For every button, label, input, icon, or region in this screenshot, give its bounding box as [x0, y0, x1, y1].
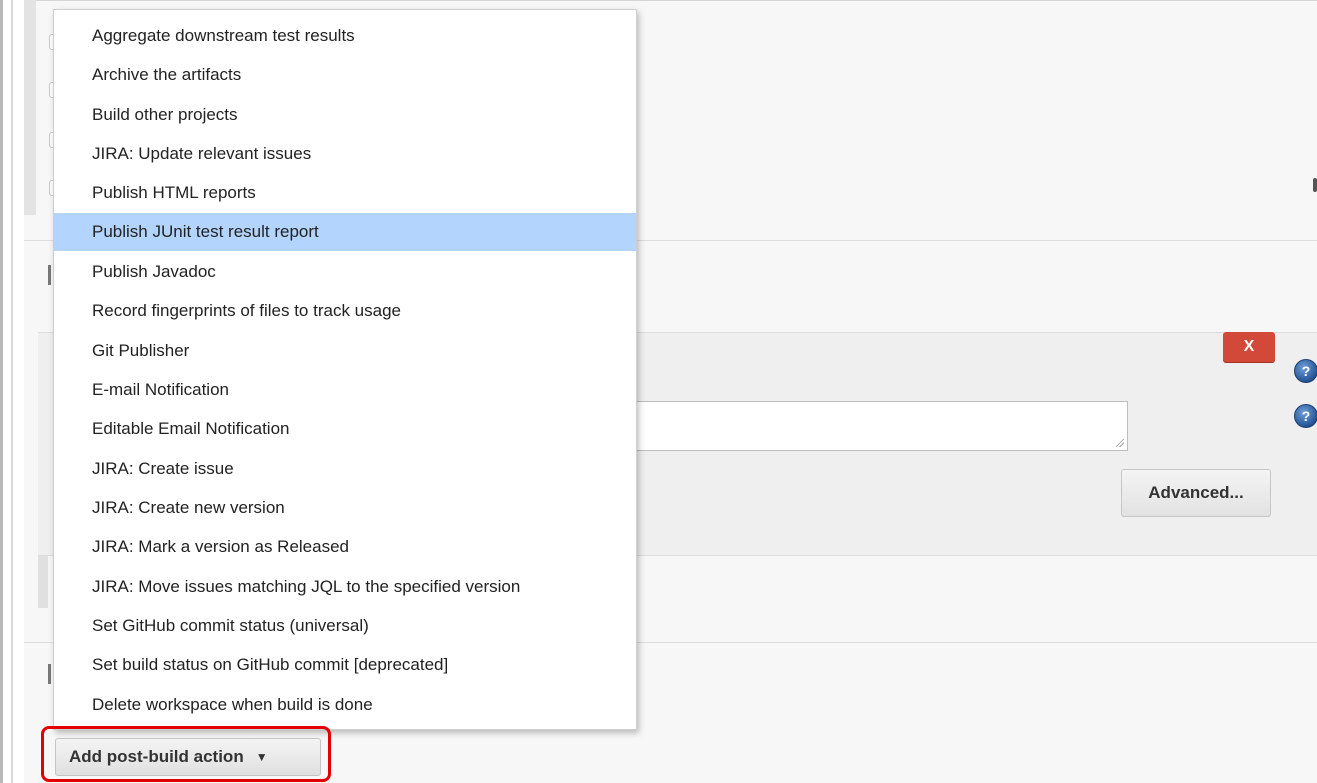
menu-item-publish-junit-test-result-report[interactable]: Publish JUnit test result report [54, 213, 636, 251]
delete-publisher-button[interactable]: X [1223, 332, 1275, 362]
menu-item-email-notification[interactable]: E-mail Notification [54, 371, 636, 409]
menu-item-jira-create-new-version[interactable]: JIRA: Create new version [54, 489, 636, 527]
menu-item-delete-workspace[interactable]: Delete workspace when build is done [54, 686, 636, 724]
previous-section-bar [24, 0, 36, 215]
resize-grip-icon[interactable] [1116, 439, 1124, 447]
menu-item-git-publisher[interactable]: Git Publisher [54, 332, 636, 370]
menu-item-set-build-status-github-deprecated[interactable]: Set build status on GitHub commit [depre… [54, 646, 636, 684]
menu-item-set-github-commit-status[interactable]: Set GitHub commit status (universal) [54, 607, 636, 645]
menu-item-jira-update-relevant-issues[interactable]: JIRA: Update relevant issues [54, 135, 636, 173]
dropdown-arrow-icon: ▼ [255, 750, 268, 764]
window-left-edge [0, 0, 3, 783]
menu-item-build-other-projects[interactable]: Build other projects [54, 96, 636, 134]
menu-item-jira-mark-version-released[interactable]: JIRA: Mark a version as Released [54, 528, 636, 566]
section-handle[interactable] [48, 265, 51, 285]
menu-item-archive-the-artifacts[interactable]: Archive the artifacts [54, 56, 636, 94]
post-build-action-menu: Aggregate downstream test results Archiv… [53, 9, 637, 730]
menu-item-publish-javadoc[interactable]: Publish Javadoc [54, 253, 636, 291]
scroll-indicator [1313, 178, 1317, 192]
menu-item-editable-email-notification[interactable]: Editable Email Notification [54, 410, 636, 448]
top-divider [36, 0, 1317, 1]
menu-item-jira-create-issue[interactable]: JIRA: Create issue [54, 450, 636, 488]
test-report-xmls-input[interactable] [630, 401, 1128, 451]
menu-item-jira-move-issues-jql[interactable]: JIRA: Move issues matching JQL to the sp… [54, 568, 636, 606]
add-post-build-action-button[interactable]: Add post-build action ▼ [55, 738, 321, 776]
menu-item-aggregate-downstream-test-results[interactable]: Aggregate downstream test results [54, 17, 636, 55]
help-icon[interactable]: ? [1294, 359, 1317, 383]
advanced-button[interactable]: Advanced... [1121, 469, 1271, 517]
add-post-build-action-label: Add post-build action [69, 747, 244, 766]
help-icon[interactable]: ? [1294, 404, 1317, 428]
menu-item-record-fingerprints[interactable]: Record fingerprints of files to track us… [54, 292, 636, 330]
window-left-edge-inner [11, 0, 13, 783]
section-handle[interactable] [48, 664, 51, 684]
menu-item-publish-html-reports[interactable]: Publish HTML reports [54, 174, 636, 212]
